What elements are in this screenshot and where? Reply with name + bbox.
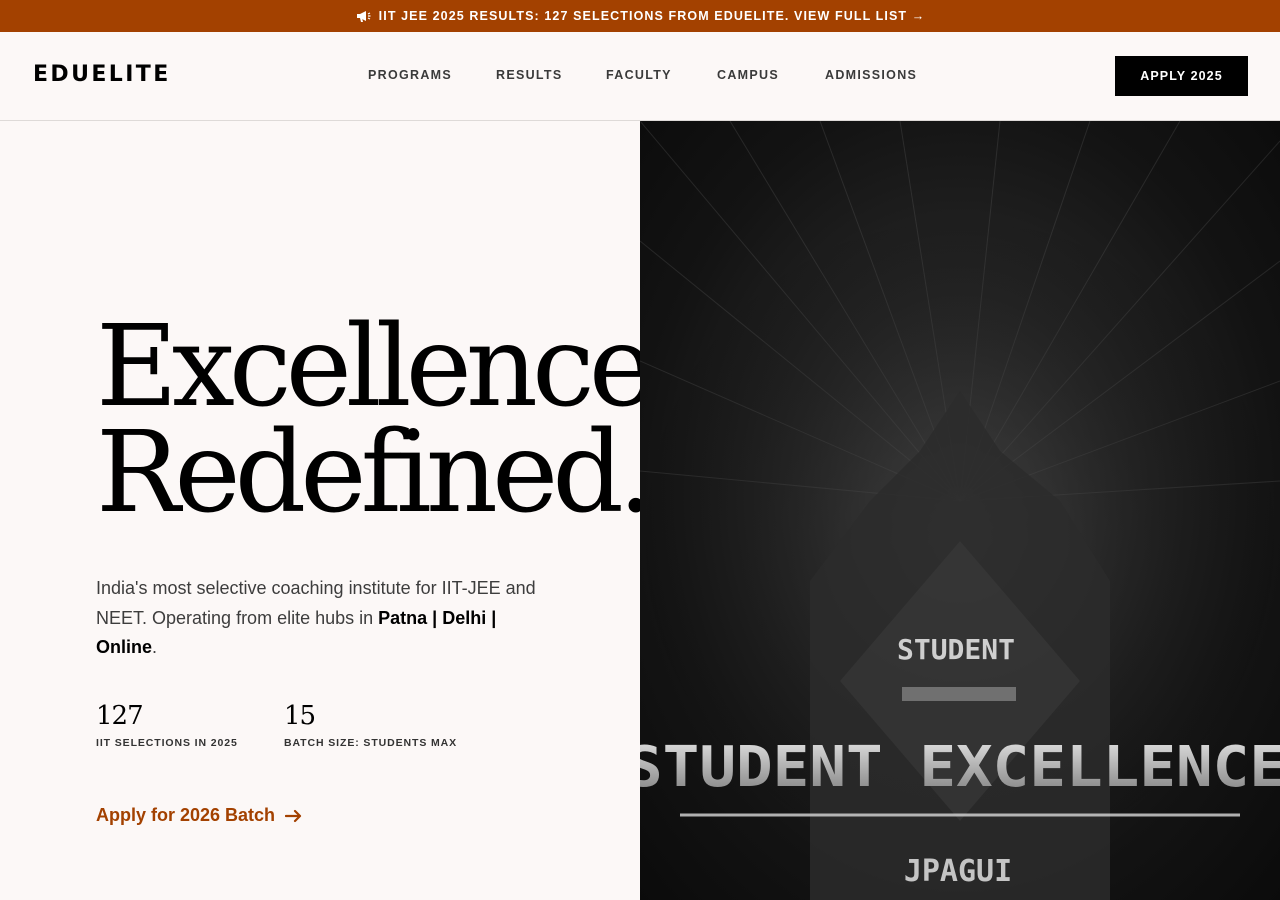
apply-2026-link[interactable]: Apply for 2026 Batch — [96, 805, 303, 826]
nav-item-programs[interactable]: PROGRAMS — [368, 68, 496, 82]
hero-headline: Excellence. Redefined. — [96, 311, 685, 529]
stat-value: 15 — [284, 701, 316, 731]
image-text-bottom: JPAGUI — [904, 854, 1012, 889]
hero-image: STUDENT STUDENT EXCELLENCE JPAGUI — [640, 121, 1280, 900]
logo[interactable]: EDUELITE — [33, 62, 171, 87]
nav-links: PROGRAMS RESULTS FACULTY CAMPUS ADMISSIO… — [368, 68, 925, 82]
nav-item-admissions[interactable]: ADMISSIONS — [825, 68, 925, 82]
hero-image-art: STUDENT STUDENT EXCELLENCE JPAGUI — [640, 121, 1280, 900]
hero-content: Excellence. Redefined. India's most sele… — [0, 121, 685, 900]
nav-item-campus[interactable]: CAMPUS — [717, 68, 825, 82]
announcement-bar[interactable]: IIT JEE 2025 RESULTS: 127 SELECTIONS FRO… — [0, 0, 1280, 32]
megaphone-icon — [356, 11, 371, 22]
stat-label: BATCH SIZE: STUDENTS MAX — [284, 737, 458, 749]
nav-item-results[interactable]: RESULTS — [496, 68, 606, 82]
nav-item-faculty[interactable]: FACULTY — [606, 68, 717, 82]
intro-end: . — [152, 637, 158, 657]
cta-label: Apply for 2026 Batch — [96, 805, 276, 825]
headline-line-2: Redefined. — [96, 408, 654, 538]
stat-value: 127 — [96, 701, 144, 731]
hero-intro: India's most selective coaching institut… — [96, 574, 556, 663]
stat-selections: 127 IIT SELECTIONS IN 2025 — [96, 701, 238, 749]
stat-label: IIT SELECTIONS IN 2025 — [96, 737, 238, 749]
arrow-right-icon — [285, 809, 302, 822]
image-text-top: STUDENT — [897, 633, 1015, 666]
apply-button[interactable]: APPLY 2025 — [1115, 56, 1248, 96]
image-text-main: STUDENT EXCELLENCE — [640, 735, 1280, 800]
top-nav: EDUELITE PROGRAMS RESULTS FACULTY CAMPUS… — [0, 32, 1280, 121]
announcement-text[interactable]: IIT JEE 2025 RESULTS: 127 SELECTIONS FRO… — [379, 9, 926, 23]
stat-batch-size: 15 BATCH SIZE: STUDENTS MAX — [284, 701, 457, 749]
